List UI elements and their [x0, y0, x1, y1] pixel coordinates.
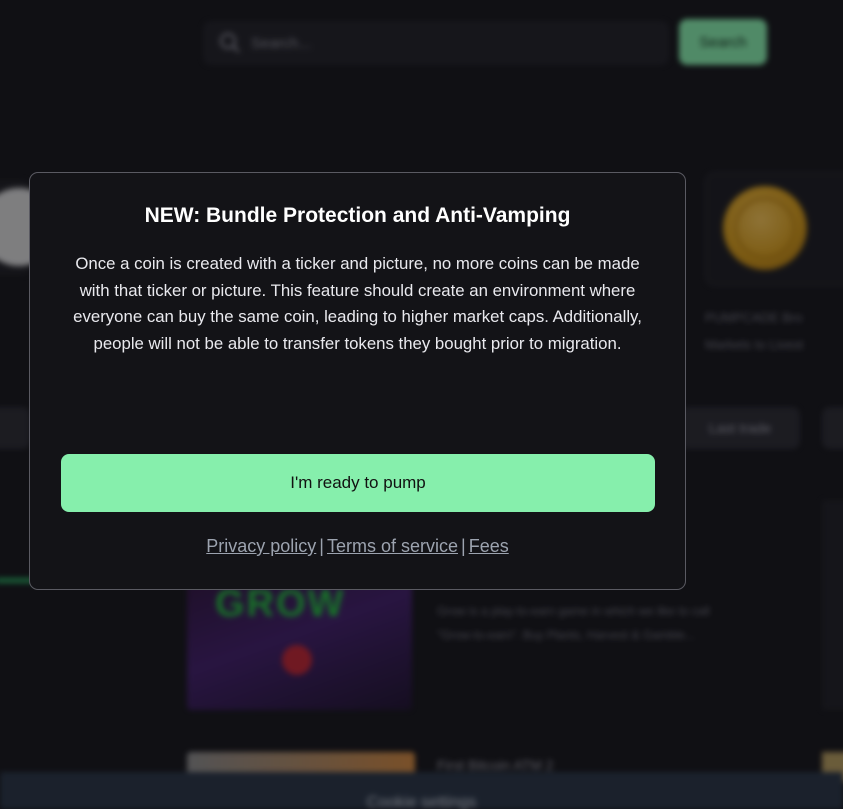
- next-coin-title: First Bitcoin ATM 2: [437, 757, 554, 773]
- featured-subtitle: Markets to Livest: [705, 337, 804, 352]
- search-icon: [217, 30, 243, 56]
- featured-coin-card[interactable]: [705, 172, 843, 286]
- page: Search... Search PUMPCADE Bro Markets to…: [0, 0, 843, 809]
- grow-description-line1: Grow is a play-to-earn game in which we …: [437, 604, 710, 618]
- modal-title: NEW: Bundle Protection and Anti-Vamping: [144, 204, 571, 227]
- coin-card-right-edge[interactable]: [822, 500, 843, 710]
- link-separator: |: [319, 536, 324, 556]
- grow-coin-image[interactable]: GROW: [187, 575, 412, 710]
- search-placeholder: Search...: [251, 34, 312, 52]
- search-input[interactable]: Search...: [203, 21, 669, 65]
- coin-image: [723, 186, 807, 270]
- modal-footer-links: Privacy policy | Terms of service | Fees: [30, 536, 685, 557]
- filter-pill-right[interactable]: [822, 407, 843, 449]
- filter-pill-left[interactable]: [0, 407, 30, 449]
- ready-to-pump-button[interactable]: I'm ready to pump: [61, 454, 655, 512]
- link-separator: |: [461, 536, 466, 556]
- terms-of-service-link[interactable]: Terms of service: [327, 536, 458, 556]
- grow-description-line2: "Grow-to-earn". Buy Plants, Harvest & Ga…: [437, 628, 695, 642]
- search-button[interactable]: Search: [679, 19, 767, 65]
- cookie-settings-link[interactable]: Cookie settings: [367, 794, 476, 809]
- fees-link[interactable]: Fees: [469, 536, 509, 556]
- privacy-policy-link[interactable]: Privacy policy: [206, 536, 316, 556]
- featured-title: PUMPCADE Bro: [705, 310, 803, 325]
- coin-card-left[interactable]: [0, 180, 58, 275]
- modal-body: Once a coin is created with a ticker and…: [73, 254, 642, 353]
- plant-graphic: [282, 645, 312, 675]
- cookie-banner: Cookie settings: [0, 772, 843, 809]
- last-trade-tab[interactable]: Last trade: [680, 407, 800, 449]
- announcement-modal: NEW: Bundle Protection and Anti-Vamping …: [29, 172, 686, 590]
